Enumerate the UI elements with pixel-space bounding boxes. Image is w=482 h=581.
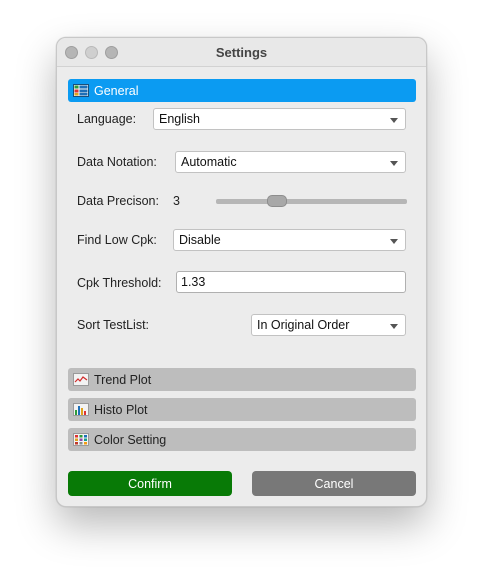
data-precision-label: Data Precison: (77, 194, 159, 208)
find-low-cpk-value: Disable (179, 233, 221, 247)
language-select[interactable]: English (153, 108, 406, 130)
data-notation-value: Automatic (181, 155, 237, 169)
sort-testlist-label: Sort TestList: (77, 318, 150, 332)
cpk-threshold-input[interactable]: 1.33 (176, 271, 406, 293)
section-general-header[interactable]: General (68, 79, 416, 102)
chevron-down-icon (390, 161, 398, 166)
language-label: Language: (77, 112, 137, 126)
chevron-down-icon (390, 239, 398, 244)
slider-handle[interactable] (267, 195, 288, 207)
title-bar: Settings (57, 38, 426, 67)
section-trend-plot-label: Trend Plot (94, 372, 152, 387)
sort-testlist-select[interactable]: In Original Order (251, 314, 406, 336)
confirm-button[interactable]: Confirm (68, 471, 232, 496)
settings-window: Settings General Language: English Data … (56, 37, 427, 507)
data-notation-select[interactable]: Automatic (175, 151, 406, 173)
section-trend-plot-header[interactable]: Trend Plot (68, 368, 416, 391)
data-precision-value: 3 (173, 194, 180, 208)
histogram-icon (73, 403, 89, 416)
language-value: English (159, 112, 200, 126)
cpk-threshold-value: 1.33 (181, 275, 206, 289)
cancel-button[interactable]: Cancel (252, 471, 416, 496)
settings-grid-icon (73, 84, 89, 97)
chevron-down-icon (390, 118, 398, 123)
find-low-cpk-label: Find Low Cpk: (77, 233, 157, 247)
color-palette-icon (73, 433, 89, 446)
sort-testlist-value: In Original Order (257, 318, 350, 332)
data-precision-slider[interactable] (216, 199, 407, 204)
section-histo-plot-label: Histo Plot (94, 402, 148, 417)
window-title: Settings (215, 45, 268, 60)
chevron-down-icon (390, 324, 398, 329)
trend-line-icon (73, 373, 89, 386)
section-color-setting-label: Color Setting (94, 432, 167, 447)
section-general-label: General (94, 83, 139, 98)
section-color-setting-header[interactable]: Color Setting (68, 428, 416, 451)
data-notation-label: Data Notation: (77, 155, 157, 169)
find-low-cpk-select[interactable]: Disable (173, 229, 406, 251)
cpk-threshold-label: Cpk Threshold: (77, 276, 162, 290)
section-histo-plot-header[interactable]: Histo Plot (68, 398, 416, 421)
